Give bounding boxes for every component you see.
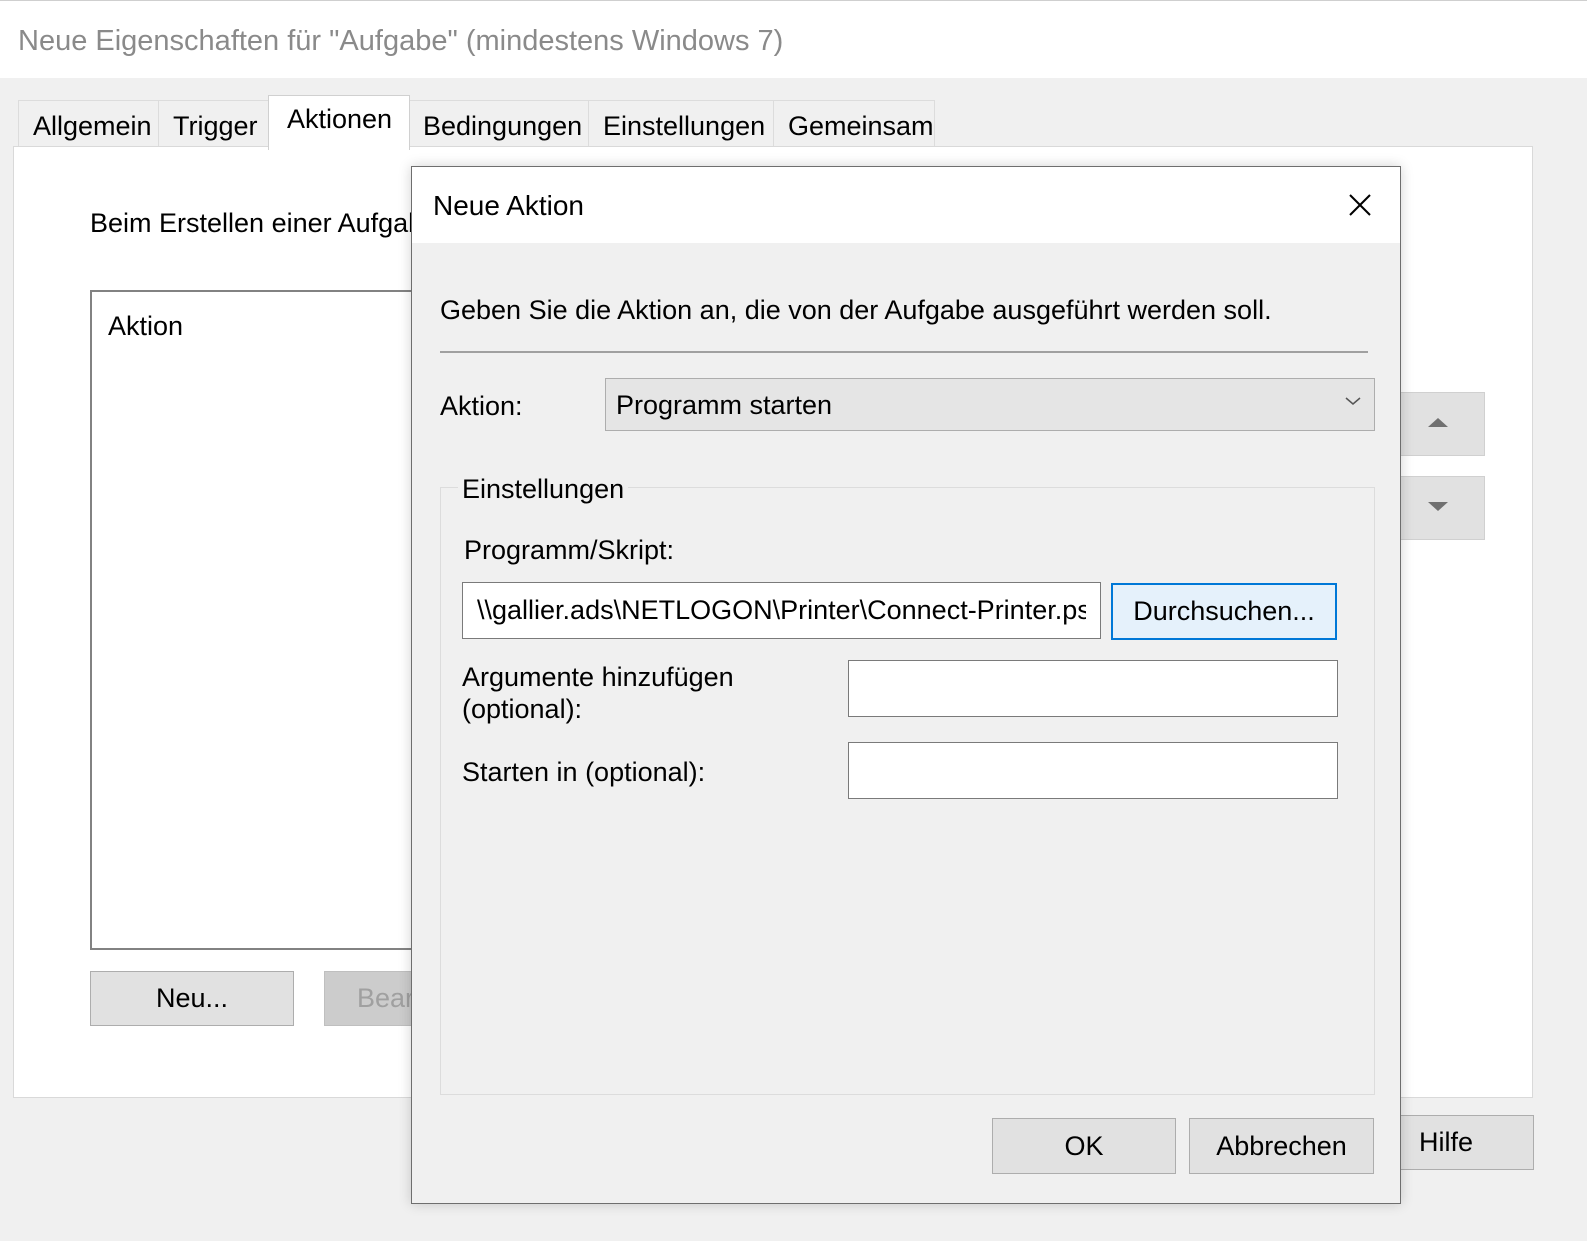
move-down-button[interactable] (1395, 476, 1485, 540)
close-button[interactable] (1340, 185, 1380, 225)
cancel-button[interactable]: Abbrechen (1189, 1118, 1374, 1174)
move-up-button[interactable] (1395, 392, 1485, 456)
start-in-input[interactable] (848, 742, 1338, 799)
close-icon (1349, 194, 1371, 216)
triangle-up-icon (1428, 418, 1448, 427)
chevron-down-icon (1345, 397, 1361, 405)
parent-window-title: Neue Eigenschaften für "Aufgabe" (mindes… (18, 25, 784, 57)
new-action-button[interactable]: Neu... (90, 971, 294, 1026)
arguments-label: Argumente hinzufügen (optional): (462, 661, 734, 725)
tab-aktionen[interactable]: Aktionen (268, 95, 410, 150)
tab-trigger[interactable]: Trigger (158, 100, 269, 148)
action-list[interactable] (90, 290, 430, 950)
action-column-header[interactable]: Aktion (108, 311, 183, 342)
help-button[interactable]: Hilfe (1396, 1115, 1534, 1170)
triangle-down-icon (1428, 502, 1448, 511)
arguments-label-line2: (optional): (462, 694, 583, 724)
action-type-value: Programm starten (616, 390, 833, 420)
program-input[interactable] (462, 582, 1101, 639)
tab-allgemein[interactable]: Allgemein (18, 100, 159, 148)
dialog-title: Neue Aktion (433, 190, 584, 221)
tab-bedingungen[interactable]: Bedingungen (408, 100, 589, 148)
start-in-label: Starten in (optional): (462, 757, 706, 787)
arguments-label-line1: Argumente hinzufügen (462, 662, 734, 692)
action-type-label: Aktion: (440, 391, 523, 421)
tab-einstellungen[interactable]: Einstellungen (588, 100, 774, 148)
dialog-intro: Geben Sie die Aktion an, die von der Auf… (440, 295, 1272, 325)
actions-description: Beim Erstellen einer Aufgabe (90, 208, 439, 238)
new-action-dialog: Neue Aktion Geben Sie die Aktion an, die… (411, 166, 1401, 1204)
ok-button[interactable]: OK (992, 1118, 1176, 1174)
action-type-select[interactable]: Programm starten (605, 378, 1375, 431)
separator (440, 351, 1368, 353)
parent-titlebar: Neue Eigenschaften für "Aufgabe" (mindes… (0, 0, 1587, 78)
dialog-titlebar: Neue Aktion (412, 167, 1400, 243)
browse-button[interactable]: Durchsuchen... (1111, 583, 1337, 640)
arguments-input[interactable] (848, 660, 1338, 717)
tab-gemeinsam[interactable]: Gemeinsam (773, 100, 935, 148)
settings-group-title: Einstellungen (458, 474, 629, 505)
program-label: Programm/Skript: (464, 535, 675, 565)
